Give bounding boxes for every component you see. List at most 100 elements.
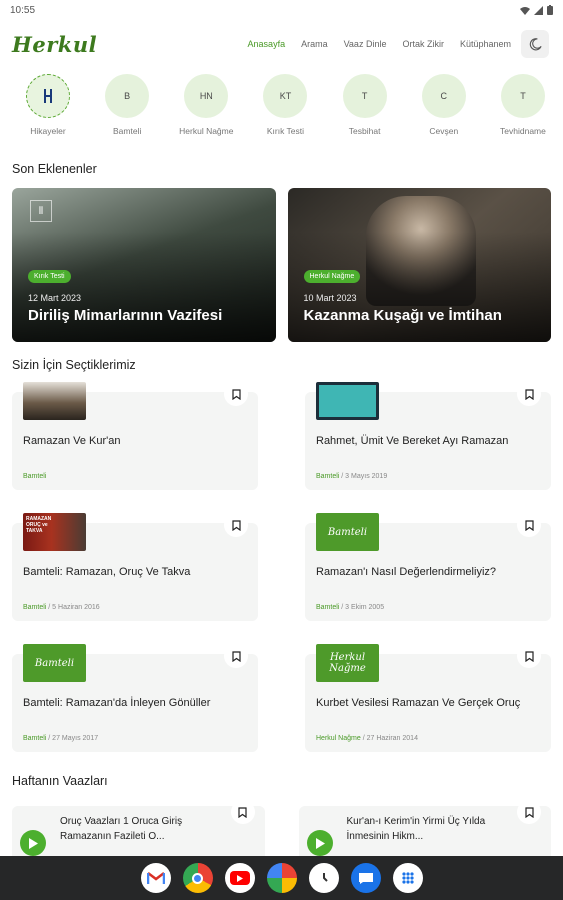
card-category[interactable]: Bamteli bbox=[23, 735, 46, 742]
nav-ortak-zikir[interactable]: Ortak Zikir bbox=[402, 39, 444, 49]
top-nav: Anasayfa Arama Vaaz Dinle Ortak Zikir Kü… bbox=[248, 39, 511, 49]
chrome-icon[interactable] bbox=[182, 863, 213, 893]
content-card[interactable]: Rahmet, Ümit Ve Bereket Ayı Ramazan Bamt… bbox=[305, 382, 551, 490]
category-badge: Herkul Nağme bbox=[303, 270, 361, 283]
bookmark-button[interactable] bbox=[517, 382, 541, 406]
herkul-mark-icon bbox=[44, 89, 52, 103]
card-thumbnail: Bamteli bbox=[316, 513, 379, 551]
category-row: Hikayeler B Bamteli HN Herkul Nağme KT K… bbox=[0, 68, 563, 150]
card-title: Rahmet, Ümit Ve Bereket Ayı Ramazan bbox=[316, 435, 509, 447]
messages-icon[interactable] bbox=[350, 863, 381, 893]
bookmark-icon bbox=[524, 650, 534, 662]
card-meta: Bamteli bbox=[23, 473, 46, 480]
bookmark-button[interactable] bbox=[517, 800, 541, 824]
nav-kutuphanem[interactable]: Kütüphanem bbox=[460, 39, 511, 49]
card-title: Bamteli: Ramazan, Oruç Ve Takva bbox=[23, 566, 191, 578]
bookmark-icon bbox=[231, 388, 241, 400]
nav-anasayfa[interactable]: Anasayfa bbox=[248, 39, 286, 49]
category-avatar: B bbox=[105, 74, 150, 118]
card-thumbnail bbox=[23, 382, 86, 420]
herkul-logo[interactable]: Herkul bbox=[12, 32, 97, 57]
card-title: Kurbet Vesilesi Ramazan Ve Gerçek Oruç bbox=[316, 697, 521, 709]
card-meta: Bamteli / 5 Haziran 2016 bbox=[23, 604, 100, 611]
featured-title: Kazanma Kuşağı ve İmtihan bbox=[303, 307, 502, 324]
featured-card[interactable]: ⫴ Kırık Testi 12 Mart 2023 Diriliş Mimar… bbox=[12, 188, 276, 342]
card-category[interactable]: Bamteli bbox=[316, 604, 339, 611]
category-badge: Kırık Testi bbox=[28, 270, 71, 283]
bookmark-button[interactable] bbox=[224, 382, 248, 406]
category-avatar: T bbox=[342, 74, 387, 118]
content-card[interactable]: Herkul Nağme Kurbet Vesilesi Ramazan Ve … bbox=[305, 644, 551, 752]
featured-date: 10 Mart 2023 bbox=[303, 293, 357, 303]
card-meta: Bamteli / 27 Mayıs 2017 bbox=[23, 735, 98, 742]
section-title-picks: Sizin İçin Seçtiklerimiz bbox=[12, 358, 136, 372]
category-avatar: C bbox=[421, 74, 466, 118]
category-avatar: T bbox=[500, 74, 545, 118]
category-avatar: KT bbox=[263, 74, 308, 118]
category-hikayeler[interactable]: Hikayeler bbox=[20, 74, 76, 150]
category-herkul-nagme[interactable]: HN Herkul Nağme bbox=[178, 74, 234, 150]
featured-carousel: ⫴ Kırık Testi 12 Mart 2023 Diriliş Mimar… bbox=[0, 188, 563, 342]
clock-icon[interactable] bbox=[308, 863, 339, 893]
card-category[interactable]: Bamteli bbox=[23, 604, 46, 611]
category-kirik-testi[interactable]: KT Kırık Testi bbox=[257, 74, 313, 150]
card-meta: Herkul Nağme / 27 Haziran 2014 bbox=[316, 735, 418, 742]
featured-content: Herkul Nağme 10 Mart 2023 Kazanma Kuşağı… bbox=[303, 265, 502, 324]
sermon-card[interactable]: Oruç Vaazları 1 Oruca Giriş Ramazanın Fa… bbox=[12, 800, 265, 864]
card-thumbnail: RAMAZAN ORUÇ ve TAKVA bbox=[23, 513, 86, 551]
card-thumbnail: Bamteli bbox=[23, 644, 86, 682]
section-title-weekly: Haftanın Vaazları bbox=[12, 774, 108, 788]
featured-card[interactable]: Herkul Nağme 10 Mart 2023 Kazanma Kuşağı… bbox=[287, 188, 551, 342]
content-card[interactable]: RAMAZAN ORUÇ ve TAKVA Bamteli: Ramazan, … bbox=[12, 513, 258, 621]
content-card[interactable]: Ramazan Ve Kur'an Bamteli bbox=[12, 382, 258, 490]
bookmark-button[interactable] bbox=[517, 644, 541, 668]
bookmark-icon bbox=[238, 806, 247, 818]
section-title-recent: Son Eklenenler bbox=[12, 162, 97, 176]
bookmark-button[interactable] bbox=[224, 644, 248, 668]
photos-icon[interactable] bbox=[266, 863, 297, 893]
gmail-icon[interactable] bbox=[140, 863, 171, 893]
wifi-icon bbox=[520, 6, 530, 15]
nav-vaaz-dinle[interactable]: Vaaz Dinle bbox=[344, 39, 387, 49]
moon-icon bbox=[529, 37, 542, 50]
card-date: / 3 Ekim 2005 bbox=[341, 604, 385, 611]
content-card[interactable]: Bamteli Bamteli: Ramazan'da İnleyen Gönü… bbox=[12, 644, 258, 752]
card-category[interactable]: Bamteli bbox=[23, 473, 46, 480]
status-time: 10:55 bbox=[10, 4, 36, 16]
card-meta: Bamteli / 3 Mayıs 2019 bbox=[316, 473, 387, 480]
apps-icon[interactable] bbox=[392, 863, 423, 893]
dark-mode-toggle[interactable] bbox=[521, 30, 549, 58]
card-title: Ramazan'ı Nasıl Değerlendirmeliyiz? bbox=[316, 566, 497, 578]
card-date: / 3 Mayıs 2019 bbox=[341, 473, 388, 480]
bookmark-icon bbox=[231, 650, 241, 662]
herkul-mark-icon: ⫴ bbox=[30, 200, 52, 222]
card-category[interactable]: Bamteli bbox=[316, 473, 339, 480]
bookmark-icon bbox=[231, 519, 241, 531]
category-cevsen[interactable]: C Cevşen bbox=[416, 74, 472, 150]
bookmark-icon bbox=[524, 806, 534, 818]
category-label: Herkul Nağme bbox=[179, 126, 234, 136]
play-button[interactable] bbox=[306, 830, 333, 856]
play-button[interactable] bbox=[20, 830, 46, 856]
category-tesbihat[interactable]: T Tesbihat bbox=[337, 74, 393, 150]
content-card[interactable]: Bamteli Ramazan'ı Nasıl Değerlendirmeliy… bbox=[305, 513, 551, 621]
bookmark-icon bbox=[524, 519, 534, 531]
category-tevhidname[interactable]: T Tevhidname bbox=[495, 74, 551, 150]
category-label: Tevhidname bbox=[500, 126, 546, 136]
card-date: / 27 Mayıs 2017 bbox=[48, 735, 99, 742]
sermon-card[interactable]: Kur'an-ı Kerim'in Yirmi Üç Yılda İnmesin… bbox=[298, 800, 551, 864]
bookmark-icon bbox=[524, 388, 534, 400]
youtube-icon[interactable] bbox=[224, 863, 255, 893]
nav-arama[interactable]: Arama bbox=[301, 39, 328, 49]
bookmark-button[interactable] bbox=[517, 513, 541, 537]
category-label: Kırık Testi bbox=[266, 126, 305, 136]
category-bamteli[interactable]: B Bamteli bbox=[99, 74, 155, 150]
card-category[interactable]: Herkul Nağme bbox=[316, 735, 361, 742]
featured-title: Diriliş Mimarlarının Vazifesi bbox=[28, 307, 223, 324]
bookmark-button[interactable] bbox=[224, 513, 248, 537]
card-thumbnail bbox=[316, 382, 379, 420]
featured-content: Kırık Testi 12 Mart 2023 Diriliş Mimarla… bbox=[28, 265, 222, 324]
category-avatar bbox=[26, 74, 70, 118]
bookmark-button[interactable] bbox=[230, 800, 255, 824]
card-thumbnail: Herkul Nağme bbox=[316, 644, 379, 682]
